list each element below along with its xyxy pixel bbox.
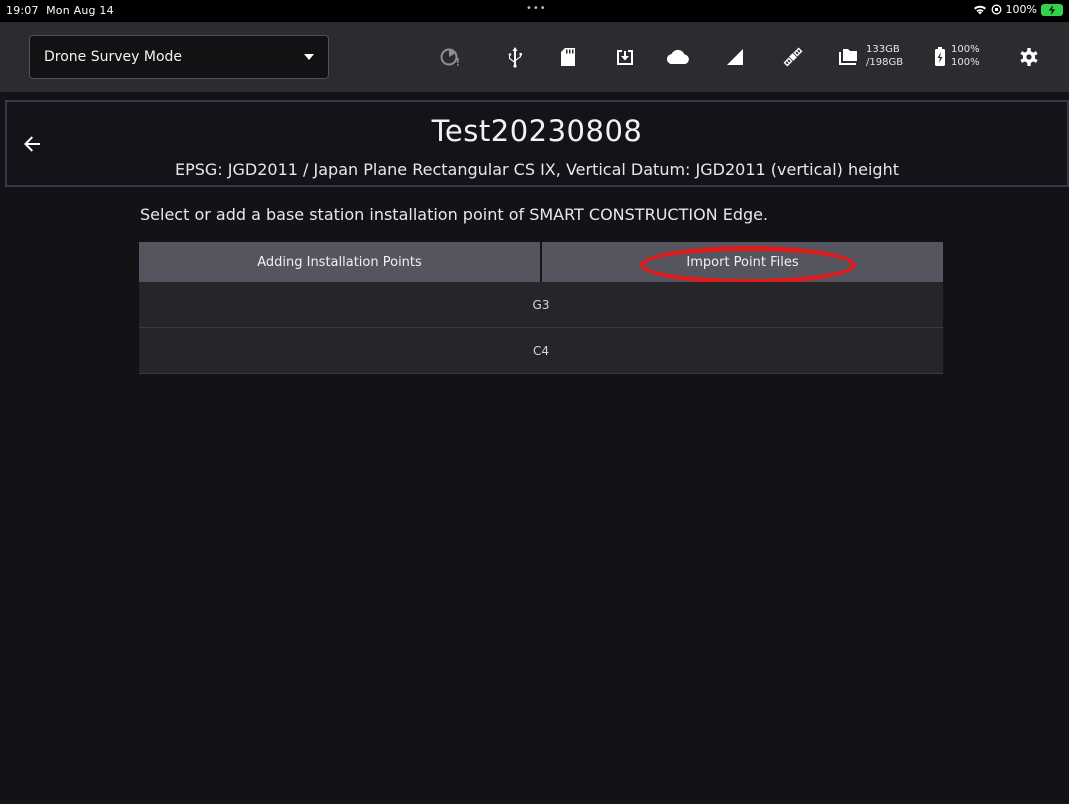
wifi-icon [973,4,987,15]
satellite-icon[interactable] [780,44,806,70]
download-box-icon[interactable] [612,44,638,70]
status-battery-percent: 100% [1005,3,1037,16]
survey-mode-label: Drone Survey Mode [44,49,183,65]
list-item[interactable]: C4 [139,328,943,374]
project-title: Test20230808 [431,114,643,148]
multitask-dots[interactable]: ••• [526,3,547,14]
gear-icon[interactable] [1016,44,1042,70]
action-tabs: Adding Installation Points Import Point … [139,242,943,282]
battery-readout: 100% 100% [951,44,980,68]
coordinate-system-subtitle: EPSG: JGD2011 / Japan Plane Rectangular … [175,160,899,179]
import-point-files-button[interactable]: Import Point Files [542,242,943,282]
usb-icon[interactable] [502,44,528,70]
installation-point-list: G3 C4 [139,282,943,374]
timer-sync-icon[interactable] [437,44,463,70]
cloud-icon[interactable] [665,44,691,70]
sd-card-icon[interactable] [555,44,581,70]
list-item[interactable]: G3 [139,282,943,328]
project-header: Test20230808 EPSG: JGD2011 / Japan Plane… [5,100,1069,187]
app-toolbar: Drone Survey Mode 133GB /198GB 100% 100% [0,22,1069,92]
battery-icon[interactable] [927,44,953,70]
status-bar: 19:07 Mon Aug 14 ••• 100% [0,0,1069,22]
chevron-down-icon [304,54,314,60]
orientation-lock-icon [991,4,1002,15]
instruction-text: Select or add a base station installatio… [140,205,769,224]
battery-charging-icon [1041,3,1063,16]
folder-icon[interactable] [835,44,861,70]
adding-installation-points-button[interactable]: Adding Installation Points [139,242,540,282]
signal-strength-icon[interactable] [722,44,748,70]
survey-mode-dropdown[interactable]: Drone Survey Mode [29,35,329,79]
status-time-date: 19:07 Mon Aug 14 [6,4,114,17]
storage-readout: 133GB /198GB [866,44,904,68]
